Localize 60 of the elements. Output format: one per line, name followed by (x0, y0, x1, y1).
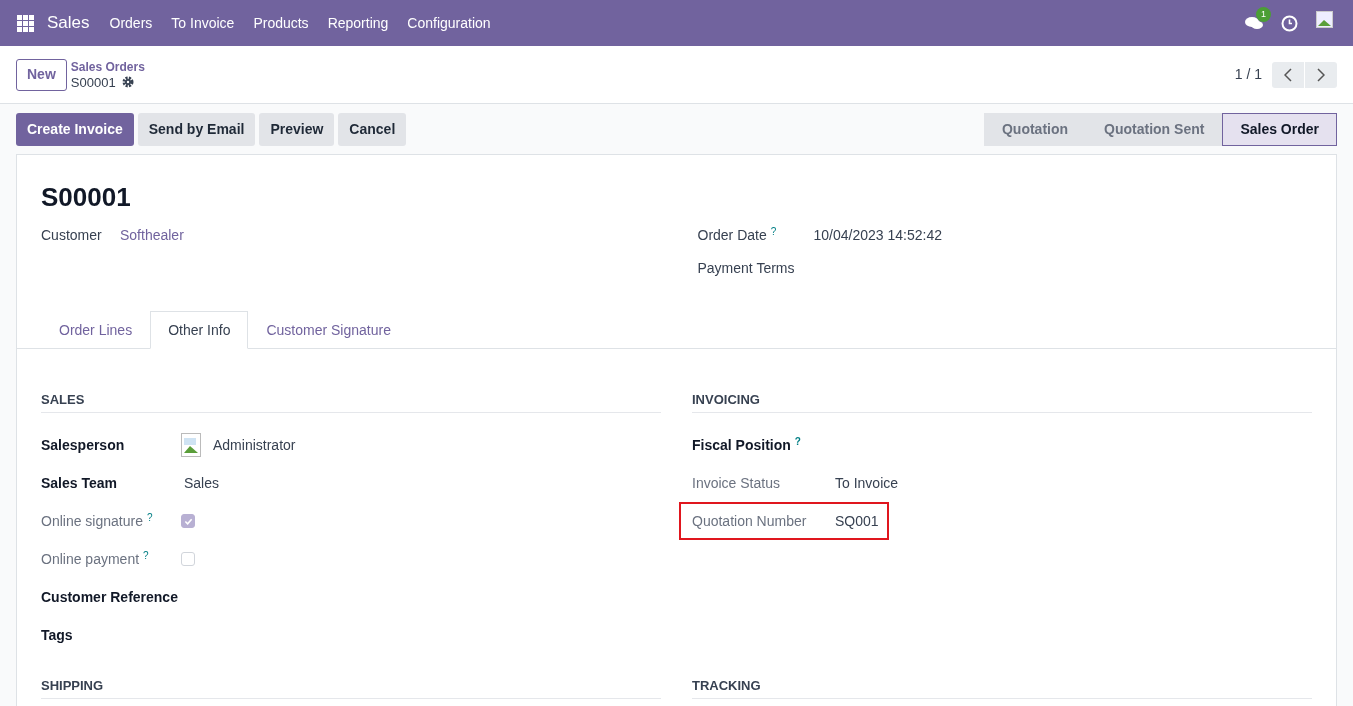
field-value: Sales (183, 473, 220, 493)
checkbox[interactable] (181, 552, 195, 566)
action-button[interactable]: Cancel (338, 112, 407, 146)
section-title: SALES (41, 392, 85, 407)
apps-menu-icon[interactable] (17, 14, 34, 32)
field-label: Order Date (697, 227, 767, 243)
nav-menu-item[interactable]: To Invoice (171, 12, 235, 34)
notification-badge: 1 (1256, 7, 1271, 22)
checkmark-icon (183, 516, 193, 526)
field-label: Payment Terms (697, 260, 795, 276)
help-mark: ? (146, 511, 153, 523)
pager-value: 1 / 1 (1234, 65, 1262, 84)
nav-menu-item[interactable]: Reporting (327, 12, 389, 34)
action-button[interactable]: Preview (259, 112, 335, 146)
next-button[interactable] (1305, 61, 1337, 88)
field-label: Customer (41, 226, 103, 245)
field-value: SQ001 (834, 511, 879, 531)
chat-icon[interactable] (1245, 16, 1263, 30)
field-label: Invoice Status (692, 474, 780, 491)
form-tab[interactable]: Other Info (150, 311, 249, 349)
avatar-icon (181, 433, 201, 457)
section-title: TRACKING (692, 678, 761, 693)
field-value: To Invoice (834, 473, 899, 493)
clock-icon[interactable] (1281, 14, 1298, 32)
form-tab[interactable]: Order Lines (41, 311, 151, 349)
record-name: S00001 (70, 74, 116, 90)
breadcrumb-link[interactable]: Sales Orders (70, 59, 145, 75)
field-label: Online payment (41, 550, 140, 567)
status-stage[interactable]: Quotation Sent (1086, 112, 1223, 146)
form-tab[interactable]: Customer Signature (248, 311, 409, 349)
checkbox[interactable] (181, 514, 195, 528)
field-label: Fiscal Position (692, 436, 791, 453)
gear-icon[interactable] (121, 76, 134, 88)
nav-menu-item[interactable]: Orders (109, 12, 153, 34)
help-mark: ? (143, 549, 149, 561)
chevron-left-icon (1284, 67, 1292, 82)
field-label: Sales Team (41, 474, 117, 491)
customer-link[interactable]: Softhealer (120, 225, 184, 246)
nav-menu-item[interactable]: Configuration (407, 12, 491, 34)
action-button[interactable]: Create Invoice (16, 112, 134, 146)
section-title: INVOICING (692, 392, 760, 407)
field-label: Online signature (41, 512, 143, 529)
status-stage[interactable]: Quotation (983, 112, 1087, 146)
help-mark: ? (794, 435, 801, 447)
field-label: Quotation Number (692, 512, 807, 529)
salesperson-name: Administrator (213, 435, 296, 455)
field-label: Tags (41, 626, 73, 643)
app-name[interactable]: Sales (47, 10, 90, 36)
new-button[interactable]: New (16, 58, 67, 91)
help-mark: ? (770, 226, 777, 237)
chevron-right-icon (1317, 67, 1325, 82)
status-stage[interactable]: Sales Order (1222, 112, 1337, 146)
section-title: SHIPPING (41, 678, 104, 693)
previous-button[interactable] (1272, 61, 1304, 88)
field-label: Customer Reference (41, 588, 178, 605)
field-value: 10/04/2023 14:52:42 (813, 226, 942, 245)
record-title: S00001 (41, 181, 132, 213)
nav-menu-item[interactable]: Products (253, 12, 309, 34)
action-button[interactable]: Send by Email (137, 112, 256, 146)
field-label: Salesperson (41, 436, 125, 453)
